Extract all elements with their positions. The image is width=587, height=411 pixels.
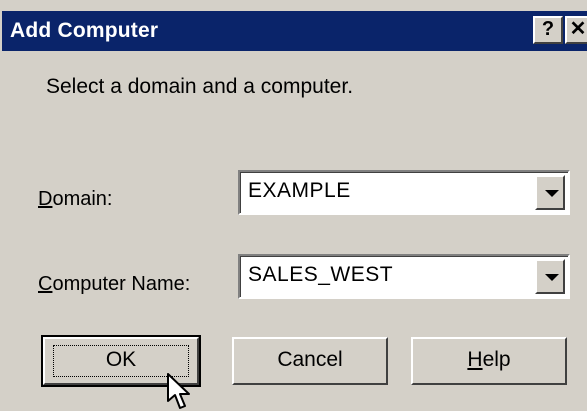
domain-label: Domain: [38,188,112,211]
chevron-down-icon [545,274,559,281]
cancel-button[interactable]: Cancel [232,337,388,385]
computer-name-label: Computer Name: [38,273,190,296]
domain-label-text: omain: [52,188,113,210]
ok-button-label: OK [105,348,137,371]
help-button-mnemonic: H [467,348,483,371]
cancel-button-label: Cancel [277,348,343,371]
question-mark-icon: ? [541,18,555,40]
help-button-label: elp [482,348,511,371]
chevron-down-icon [545,190,559,197]
computer-label-mnemonic: C [38,273,53,295]
window-title: Add Computer [10,19,159,42]
domain-label-mnemonic: D [38,188,53,210]
context-help-button[interactable]: ? [533,16,563,44]
computer-label-text: omputer Name: [52,273,191,295]
computer-name-combobox[interactable]: SALES_WEST [238,254,570,299]
mouse-pointer-icon [167,373,190,409]
add-computer-dialog: Add Computer ? ✕ Select a domain and a c… [0,0,587,411]
computer-name-value: SALES_WEST [248,263,394,286]
domain-combobox[interactable]: EXAMPLE [238,170,570,215]
help-button[interactable]: Help [411,337,567,385]
domain-value: EXAMPLE [248,179,351,202]
domain-dropdown-button[interactable] [535,175,565,210]
close-button[interactable]: ✕ [565,16,587,44]
title-bar[interactable]: Add Computer ? ✕ [2,11,587,51]
instruction-text: Select a domain and a computer. [46,75,354,98]
close-icon: ✕ [569,18,587,40]
computer-name-dropdown-button[interactable] [535,259,565,294]
